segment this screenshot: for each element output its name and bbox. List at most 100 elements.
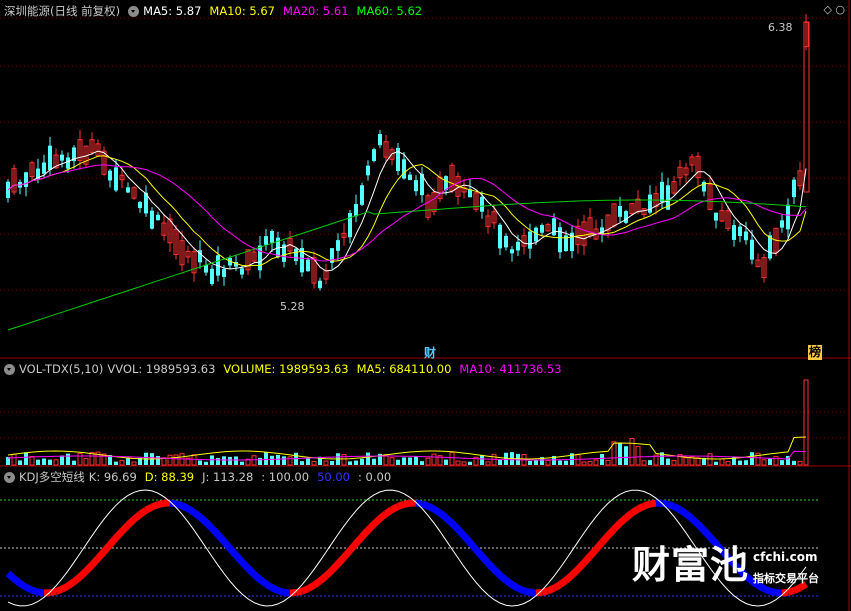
kdj-band [523,587,531,596]
dropdown-icon[interactable] [4,471,15,483]
kdj-band [227,546,239,558]
kdj-band [95,549,107,561]
kdj-band [270,584,280,594]
volume-bar [287,456,293,466]
stock-chart[interactable] [0,0,851,611]
legend-item: : 100.00 [261,470,310,484]
candle-down [378,133,382,146]
kdj-band [125,516,137,528]
kdj-band [341,548,353,560]
volume-bar [773,456,779,466]
kdj-band [546,585,556,595]
volume-bar [276,454,280,465]
candle-down [354,204,358,217]
candle-down [258,245,262,271]
volume-bar [389,457,395,466]
ranking-marker[interactable]: 榜 [808,345,823,360]
kdj-legend: K: 96.69 D: 88.39 J: 113.28: 100.00 50.00: … [89,470,399,484]
kdj-band [54,585,64,595]
kdj-band [311,578,323,589]
kdj-band [131,511,143,523]
kdj-band [203,519,215,531]
volume-bar [485,461,491,466]
volume-bar [11,453,17,466]
candle-down [294,248,298,262]
volume-bar [222,456,226,465]
kdj-band [792,584,802,594]
kdj-band [233,552,245,565]
volume-bar [234,456,238,465]
candle-down [534,227,538,242]
panel-controls[interactable]: ◇ ○ [823,3,845,16]
candle-down [48,145,52,171]
volume-bar [72,460,76,465]
kdj-band [787,587,795,596]
kdj-band [642,500,652,510]
kdj-band [283,588,291,597]
kdj-band [437,510,449,521]
kdj-band [174,500,184,510]
kdj-band [516,585,526,595]
kdj-band [101,542,113,554]
kdj-band [762,585,772,595]
kdj-band [449,520,461,532]
volume-bar [282,456,286,465]
kdj-band [317,573,329,584]
vol-legend: VVOL: 1989593.63 VOLUME: 1989593.63 MA5: 6… [107,362,569,376]
kdj-band [473,547,485,559]
volume-bar [396,459,400,465]
legend-item: MA60: 5.62 [356,4,423,18]
candle-down [792,179,796,198]
candle-down [204,264,208,273]
volume-bar [581,461,587,466]
volume-bar [204,461,208,465]
kdj-band [257,576,269,587]
kdj-band [371,515,383,527]
kdj-band [569,566,581,578]
kdj-band [485,560,497,572]
volume-bar [792,460,796,465]
dropdown-icon[interactable] [128,5,140,17]
volume-bar [48,459,52,465]
candle-down [660,181,664,202]
volume-bar [53,459,59,466]
kdj-band [701,527,713,540]
kdj-band [197,514,209,525]
candle-down [138,202,142,209]
kdj-band [479,554,491,566]
candle-down [24,172,28,187]
kdj-band [432,506,442,516]
volume-bar [641,460,647,466]
kdj-band [587,547,599,559]
candle-down [528,231,532,249]
volume-bar [29,455,35,466]
kdj-band [215,532,227,544]
ma60-line [7,199,807,331]
volume-bar [624,446,628,465]
candle-down [126,187,130,193]
kdj-band [264,581,274,591]
kdj-band [575,560,587,572]
candle-down [366,165,370,176]
volume-bar [341,453,347,466]
volume-bar [36,459,40,465]
candle-down [264,236,268,245]
volume-bar [270,455,274,465]
volume-bar [348,461,352,465]
kdj-band [323,567,335,579]
dropdown-icon[interactable] [4,363,15,375]
volume-bar [251,455,257,466]
volume-bar [66,453,70,465]
kdj-band [251,571,263,583]
legend-item: MA20: 5.61 [282,4,349,18]
volume-bar [545,459,551,466]
volume-bar [83,457,89,466]
finance-marker[interactable]: 财 [424,344,436,361]
kdj-band [239,559,251,571]
kdj-band [529,588,537,597]
kdj-band [66,578,76,589]
volume-bar [306,458,310,465]
kdj-band [60,582,70,593]
candle-down [744,231,748,241]
kdj-panel-header: KDJ多空短线 K: 96.69 D: 88.39 J: 113.28: 100.0… [0,468,403,486]
